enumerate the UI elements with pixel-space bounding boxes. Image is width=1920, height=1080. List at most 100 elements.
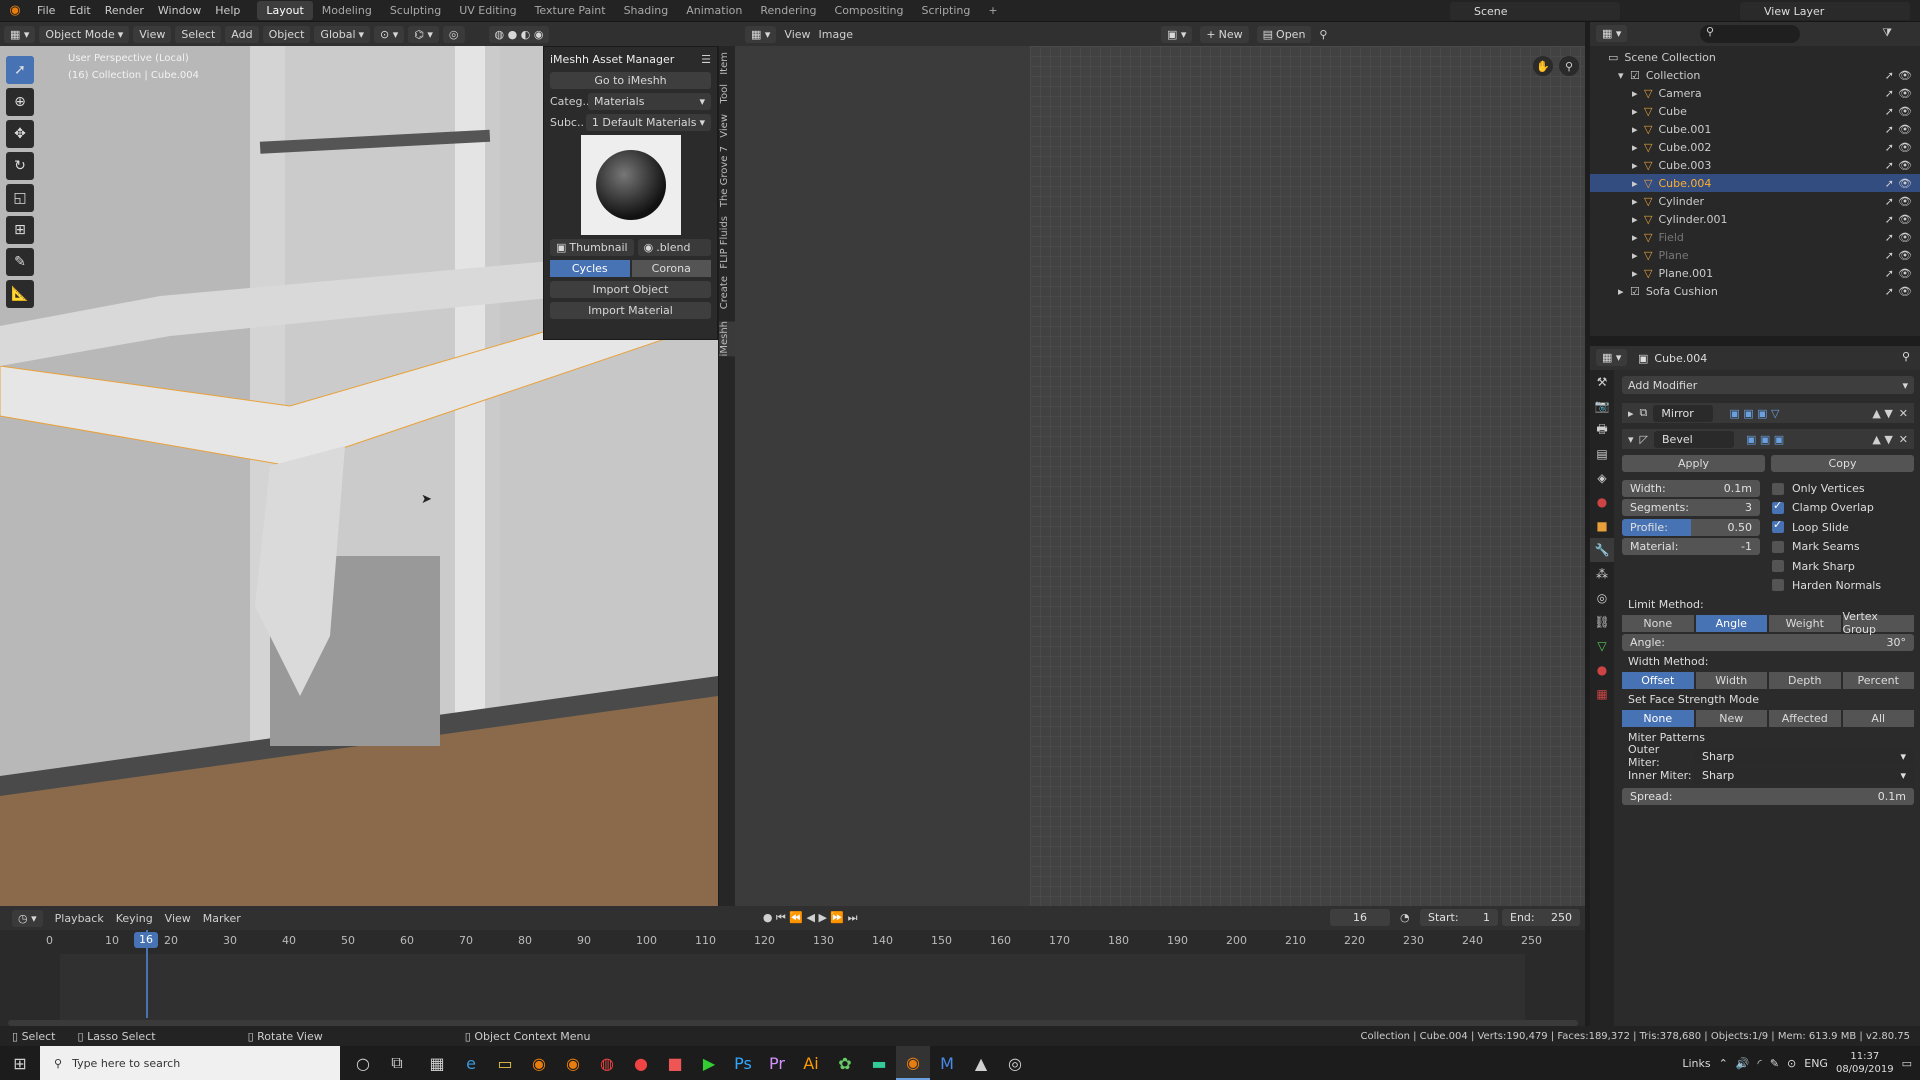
pivot-icon[interactable]: ⊙ ▾	[374, 25, 405, 43]
expand-arrow-icon[interactable]: ▸	[1618, 285, 1630, 298]
image-browse-button[interactable]: ▣ ▾	[1160, 25, 1193, 43]
width-percent-button[interactable]: Percent	[1842, 671, 1914, 689]
limit-vertex-group-button[interactable]: Vertex Group	[1842, 610, 1914, 636]
illustrator-icon[interactable]: Ai	[794, 1046, 828, 1080]
object-tab-icon[interactable]: ■	[1590, 514, 1614, 538]
visibility-eye-icon[interactable]: 👁	[1898, 177, 1912, 190]
visibility-eye-icon[interactable]: 👁	[1898, 195, 1912, 208]
angle-field[interactable]: Angle: 30°	[1622, 633, 1914, 651]
face-strength-new-button[interactable]: New	[1695, 709, 1767, 727]
clock[interactable]: 11:37 08/09/2019	[1836, 1050, 1894, 1076]
visibility-eye-icon[interactable]: 👁	[1898, 267, 1912, 280]
menu-render[interactable]: Render	[98, 4, 151, 17]
face-strength-all-button[interactable]: All	[1842, 709, 1914, 727]
outliner-item[interactable]: ▸ ▽ Plane.001 ➚ 👁	[1590, 264, 1920, 282]
outliner-item[interactable]: ▸ ▽ Field ➚ 👁	[1590, 228, 1920, 246]
only-vertices-checkbox[interactable]: Only Vertices	[1772, 480, 1881, 497]
thumbnail-button[interactable]: ▣ Thumbnail	[550, 239, 634, 256]
selectable-arrow-icon[interactable]: ➚	[1885, 285, 1894, 298]
chevron-up-icon[interactable]: ⌃	[1719, 1057, 1728, 1070]
loop-slide-checkbox[interactable]: Loop Slide	[1772, 518, 1881, 536]
collapse-icon[interactable]: ▾	[1628, 433, 1634, 446]
outliner-item[interactable]: ▸ ▽ Camera ➚ 👁	[1590, 84, 1920, 102]
measure-tool-icon[interactable]: 📐	[6, 280, 34, 308]
pin-icon[interactable]: ⚲	[1902, 350, 1910, 363]
image-menu-image[interactable]: Image	[819, 28, 853, 41]
expand-arrow-icon[interactable]: ▸	[1632, 87, 1644, 100]
chrome-icon[interactable]: ◍	[590, 1046, 624, 1080]
outliner-editor-type[interactable]: ▦ ▾	[1596, 25, 1628, 42]
outliner-item[interactable]: ▸ ☑ Sofa Cushion ➚ 👁	[1590, 282, 1920, 300]
selectable-arrow-icon[interactable]: ➚	[1885, 105, 1894, 118]
app-red-icon[interactable]: ●	[624, 1046, 658, 1080]
menu-file[interactable]: File	[30, 4, 62, 17]
edge-icon[interactable]: e	[454, 1046, 488, 1080]
start-frame-field[interactable]: Start: 1	[1420, 909, 1498, 926]
selectable-arrow-icon[interactable]: ➚	[1885, 231, 1894, 244]
blender-app-icon[interactable]: ◉	[522, 1046, 556, 1080]
timeline-menu-keying[interactable]: Keying	[116, 912, 153, 925]
physics-tab-icon[interactable]: ◎	[1590, 586, 1614, 610]
timeline-menu-view[interactable]: View	[165, 912, 191, 925]
file-explorer-icon[interactable]: ▭	[488, 1046, 522, 1080]
windows-start-icon[interactable]: ⊞	[0, 1046, 40, 1080]
zoom-icon[interactable]: ⚲	[1559, 56, 1579, 76]
cycles-button[interactable]: Cycles	[550, 260, 630, 277]
selectable-arrow-icon[interactable]: ➚	[1885, 267, 1894, 280]
tool-tab-icon[interactable]: ⚒	[1590, 370, 1614, 394]
selectable-arrow-icon[interactable]: ➚	[1885, 123, 1894, 136]
taskbar-search-input[interactable]: ⚲ Type here to search	[40, 1046, 340, 1080]
harden-normals-checkbox[interactable]: Harden Normals	[1772, 577, 1881, 594]
filter-icon[interactable]: ⧩	[1882, 26, 1892, 40]
timeline-menu-marker[interactable]: Marker	[203, 912, 241, 925]
expand-arrow-icon[interactable]: ▸	[1632, 177, 1644, 190]
drag-handle-icon[interactable]: ☰	[701, 53, 711, 66]
transform-tool-icon[interactable]: ⊞	[6, 216, 34, 244]
tab-layout[interactable]: Layout	[257, 1, 313, 20]
premiere-icon[interactable]: Pr	[760, 1046, 794, 1080]
viewport-menu-view[interactable]: View	[133, 25, 172, 43]
expand-arrow-icon[interactable]: ▸	[1632, 105, 1644, 118]
data-tab-icon[interactable]: ▽	[1590, 634, 1614, 658]
material-tab-icon[interactable]: ●	[1590, 658, 1614, 682]
outliner-root[interactable]: ▭ Scene Collection	[1590, 48, 1920, 66]
add-workspace-button[interactable]: +	[979, 1, 1006, 20]
mark-seams-checkbox[interactable]: Mark Seams	[1772, 538, 1881, 555]
clamp-overlap-checkbox[interactable]: Clamp Overlap	[1772, 499, 1881, 516]
viewport-menu-select[interactable]: Select	[175, 25, 222, 43]
blender-app-2-icon[interactable]: ◉	[556, 1046, 590, 1080]
expand-icon[interactable]: ▸	[1628, 407, 1634, 420]
expand-arrow-icon[interactable]: ▸	[1632, 159, 1644, 172]
outliner-item[interactable]: ▸ ▽ Plane ➚ 👁	[1590, 246, 1920, 264]
expand-arrow-icon[interactable]: ▸	[1632, 213, 1644, 226]
world-tab-icon[interactable]: ●	[1590, 490, 1614, 514]
app-blue-m-icon[interactable]: M	[930, 1046, 964, 1080]
limit-weight-button[interactable]: Weight	[1769, 614, 1841, 632]
move-tool-icon[interactable]: ✥	[6, 120, 34, 148]
outliner-item[interactable]: ▸ ▽ Cube.003 ➚ 👁	[1590, 156, 1920, 174]
tab-flip-fluids[interactable]: FLIP Fluids	[719, 216, 735, 269]
outer-miter-select[interactable]: Sharp ▾	[1694, 747, 1914, 765]
mirror-name-field[interactable]: Mirror	[1653, 404, 1714, 422]
annotate-tool-icon[interactable]: ✎	[6, 248, 34, 276]
pen-icon[interactable]: ✎	[1770, 1057, 1779, 1070]
app-circle-icon[interactable]: ◎	[998, 1046, 1032, 1080]
blend-button[interactable]: ◉ .blend	[637, 239, 711, 256]
new-image-button[interactable]: + New	[1200, 25, 1249, 43]
tab-scripting[interactable]: Scripting	[912, 1, 979, 20]
import-object-button[interactable]: Import Object	[550, 281, 711, 298]
viewport-menu-add[interactable]: Add	[225, 25, 259, 43]
image-editor-type-button[interactable]: ▦ ▾	[745, 25, 777, 43]
menu-help[interactable]: Help	[208, 4, 247, 17]
outliner-item[interactable]: ▸ ▽ Cube ➚ 👁	[1590, 102, 1920, 120]
task-view-icon[interactable]: ⧉	[380, 1046, 414, 1080]
width-offset-button[interactable]: Offset	[1622, 671, 1694, 689]
visibility-eye-icon[interactable]: 👁	[1898, 87, 1912, 100]
profile-slider[interactable]: Profile: 0.50	[1622, 518, 1760, 536]
cursor-tool-icon[interactable]: ⊕	[6, 88, 34, 116]
blender-active-icon[interactable]: ◉	[896, 1046, 930, 1080]
spread-field[interactable]: Spread: 0.1m	[1622, 787, 1914, 805]
menu-edit[interactable]: Edit	[62, 4, 97, 17]
category-select[interactable]: Materials ▾	[588, 93, 711, 110]
visibility-eye-icon[interactable]: 👁	[1898, 159, 1912, 172]
